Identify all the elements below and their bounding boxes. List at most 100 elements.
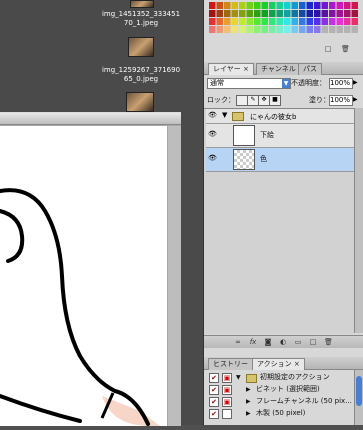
new-layer-icon[interactable]: □ [309, 338, 317, 346]
color-swatch[interactable] [239, 26, 246, 33]
color-swatch[interactable] [336, 26, 344, 33]
color-swatch[interactable] [351, 26, 359, 33]
close-icon[interactable]: × [243, 65, 249, 73]
color-swatch[interactable] [284, 26, 291, 33]
color-swatch[interactable] [231, 26, 239, 33]
action-row[interactable]: ✔ ▣ ▶ ビネット (選択範囲) [206, 384, 354, 395]
action-set-row[interactable]: ✔ ▣ ▼ 初期設定のアクション [206, 372, 354, 383]
tab-actions[interactable]: アクション × [252, 358, 305, 370]
color-swatch[interactable] [314, 18, 321, 25]
color-swatch[interactable] [216, 10, 224, 17]
color-swatch[interactable] [344, 10, 351, 17]
eye-icon[interactable]: 👁 [208, 154, 217, 163]
color-swatch[interactable] [239, 2, 246, 9]
color-swatch[interactable] [284, 10, 291, 17]
color-swatch[interactable] [351, 10, 359, 17]
color-swatch[interactable] [291, 2, 299, 9]
link-icon[interactable]: ∞ [234, 338, 242, 346]
color-swatch[interactable] [231, 18, 239, 25]
scroll-thumb[interactable] [356, 376, 362, 406]
color-swatch[interactable] [314, 2, 321, 9]
color-swatch[interactable] [239, 10, 246, 17]
color-swatch[interactable] [321, 18, 329, 25]
file-thumbnail[interactable] [130, 0, 154, 8]
check-icon[interactable]: ✔ [209, 373, 219, 383]
color-swatch[interactable] [329, 10, 336, 17]
disclosure-triangle-icon[interactable]: ▶ [246, 408, 251, 419]
color-swatch[interactable] [291, 18, 299, 25]
new-group-icon[interactable]: ▭ [294, 338, 302, 346]
color-swatch[interactable] [276, 2, 284, 9]
opacity-field[interactable]: 100% [329, 78, 353, 89]
color-swatch[interactable] [306, 10, 314, 17]
color-swatch[interactable] [216, 2, 224, 9]
color-swatch[interactable] [351, 18, 359, 25]
color-swatch[interactable] [344, 18, 351, 25]
check-icon[interactable]: ✔ [209, 409, 219, 419]
close-icon[interactable]: × [294, 360, 300, 368]
color-swatch[interactable] [269, 10, 276, 17]
fill-field[interactable]: 100% [329, 95, 353, 106]
color-swatch[interactable] [299, 18, 306, 25]
color-swatch[interactable] [306, 26, 314, 33]
layers-scrollbar[interactable] [354, 108, 363, 333]
dialog-toggle-icon[interactable]: ▣ [222, 397, 232, 407]
color-swatch[interactable] [321, 10, 329, 17]
color-swatches[interactable] [207, 0, 361, 42]
document-scrollbar[interactable] [168, 126, 181, 426]
color-swatch[interactable] [269, 18, 276, 25]
color-swatch[interactable] [291, 26, 299, 33]
action-row[interactable]: ✔ ▶ 木製 (50 pixel) [206, 408, 354, 419]
eye-icon[interactable]: 👁 [208, 130, 217, 139]
file-thumbnail[interactable] [126, 92, 154, 112]
disclosure-triangle-icon[interactable]: ▼ [222, 111, 227, 119]
color-swatch[interactable] [299, 10, 306, 17]
swatches-panel[interactable] [207, 0, 361, 42]
disclosure-triangle-icon[interactable]: ▼ [236, 372, 241, 383]
blend-mode-select[interactable]: 通常 ▼ [207, 78, 291, 89]
color-swatch[interactable] [351, 2, 359, 9]
mask-icon[interactable]: ◙ [264, 338, 272, 346]
actions-scrollbar[interactable] [354, 370, 363, 425]
check-icon[interactable]: ✔ [209, 385, 219, 395]
color-swatch[interactable] [209, 2, 216, 9]
color-swatch[interactable] [224, 2, 231, 9]
file-label[interactable]: img_1451352_333451 70_1.jpeg [91, 10, 191, 28]
color-swatch[interactable] [314, 10, 321, 17]
color-swatch[interactable] [291, 10, 299, 17]
color-swatch[interactable] [321, 2, 329, 9]
color-swatch[interactable] [209, 18, 216, 25]
disclosure-triangle-icon[interactable]: ▶ [246, 384, 251, 395]
color-swatch[interactable] [224, 18, 231, 25]
check-icon[interactable]: ✔ [209, 397, 219, 407]
color-swatch[interactable] [336, 18, 344, 25]
color-swatch[interactable] [246, 26, 254, 33]
eye-icon[interactable]: 👁 [208, 111, 217, 120]
color-swatch[interactable] [269, 26, 276, 33]
document-titlebar[interactable] [0, 113, 181, 125]
color-swatch[interactable] [246, 2, 254, 9]
lock-all-icon[interactable]: ■ [269, 95, 281, 106]
color-swatch[interactable] [314, 26, 321, 33]
color-swatch[interactable] [254, 2, 261, 9]
color-swatch[interactable] [254, 18, 261, 25]
file-label[interactable]: img_1259267_371690 65_0.jpeg [91, 66, 191, 84]
new-swatch-icon[interactable]: □ [324, 45, 332, 53]
color-swatch[interactable] [261, 26, 269, 33]
drawing-canvas[interactable] [0, 126, 167, 426]
color-swatch[interactable] [246, 10, 254, 17]
adjustment-icon[interactable]: ◐ [279, 338, 287, 346]
color-swatch[interactable] [231, 2, 239, 9]
color-swatch[interactable] [254, 10, 261, 17]
color-swatch[interactable] [329, 18, 336, 25]
color-swatch[interactable] [261, 2, 269, 9]
color-swatch[interactable] [276, 26, 284, 33]
fill-arrow-icon[interactable]: ▶ [353, 96, 358, 103]
disclosure-triangle-icon[interactable]: ▶ [246, 396, 251, 407]
color-swatch[interactable] [329, 2, 336, 9]
color-swatch[interactable] [246, 18, 254, 25]
layer-row-selected[interactable]: 👁 色 [206, 148, 356, 172]
tab-channels[interactable]: チャンネル [256, 63, 301, 75]
color-swatch[interactable] [224, 26, 231, 33]
dialog-toggle-icon[interactable]: ▣ [222, 373, 232, 383]
